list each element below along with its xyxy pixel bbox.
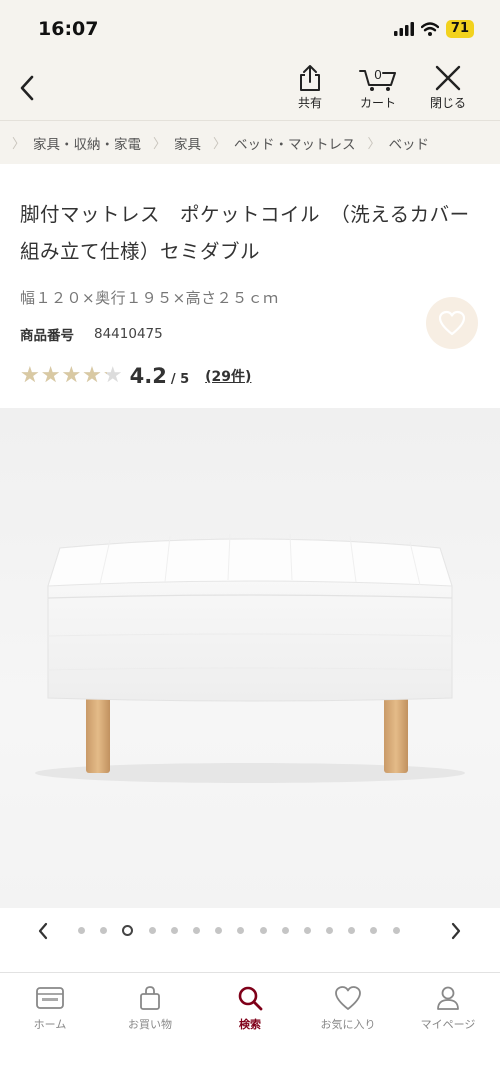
breadcrumb-item-bed[interactable]: ベッド [389,133,430,153]
breadcrumb-separator: 〉 [153,137,167,152]
nav-mypage-label: マイページ [420,1018,476,1031]
pager-dot[interactable] [281,927,289,934]
pager-dot[interactable] [78,927,85,934]
pager-dot[interactable] [326,927,334,934]
product-number-value: 84410475 [94,326,163,342]
status-icons: 71 [393,20,474,38]
nav-favorites[interactable]: お気に入り [308,985,388,1032]
pager-dot[interactable] [215,927,223,934]
breadcrumb-item-furniture-storage-appliances[interactable]: 家具・収納・家電 [33,133,141,153]
pager-dot[interactable] [148,927,156,934]
wifi-icon [420,22,439,36]
rating-score: 4.2 [129,364,167,388]
product-number-label: 商品番号 [20,328,74,344]
rating-stars: ★★★★★ ★★★★★ [20,362,124,390]
heart-icon [335,986,361,1010]
product-number: 商品番号 84410475 [20,324,163,344]
product-image[interactable] [0,408,500,908]
header: 共有 0 カート 閉じる [0,60,500,120]
cart-icon: 0 [359,67,396,91]
share-label: 共有 [297,96,322,110]
bed-image [35,533,465,783]
shopping-bag-icon [140,986,160,1010]
nav-favorites-label: お気に入り [320,1018,376,1031]
bottom-nav: ホーム お買い物 検索 お気に入り マイページ [0,972,500,1080]
previous-image-button[interactable] [30,918,56,944]
cart-button[interactable]: 0 カート [348,62,408,118]
chevron-left-icon [38,922,48,940]
close-button[interactable]: 閉じる [418,62,478,118]
nav-mypage[interactable]: マイページ [408,985,488,1032]
home-card-icon [36,987,64,1009]
pager-dot[interactable] [100,927,108,934]
pager-dot[interactable] [170,927,178,934]
share-icon [300,65,320,91]
pager-dot[interactable] [370,927,378,934]
breadcrumb: 〉 家具・収納・家電 〉 家具 〉 ベッド・マットレス 〉 ベッド [0,120,500,164]
cart-label: カート [359,96,396,110]
rating-max: / 5 [170,371,190,387]
nav-shopping[interactable]: お買い物 [110,985,190,1032]
pager-dot[interactable] [303,927,311,934]
rating: ★★★★★ ★★★★★ 4.2 / 5 (29件) [20,362,251,390]
product-title: 脚付マットレス ポケットコイル （洗えるカバー 組み立て仕様）セミダブル [20,203,490,263]
share-button[interactable]: 共有 [280,62,340,118]
pager-dot-active[interactable] [122,925,134,936]
pager-dot[interactable] [237,927,245,934]
heart-icon [438,310,466,336]
breadcrumb-item-bed-mattress[interactable]: ベッド・マットレス [234,133,356,153]
breadcrumb-item-furniture[interactable]: 家具 [174,133,201,153]
nav-shopping-label: お買い物 [128,1018,172,1031]
nav-home-label: ホーム [33,1018,67,1031]
back-button[interactable] [12,70,42,106]
battery-indicator: 71 [445,20,474,38]
status-time: 16:07 [38,18,99,40]
close-icon [435,65,461,91]
image-pager [0,908,500,954]
breadcrumb-separator: 〉 [213,137,227,152]
nav-search-label: 検索 [239,1018,261,1031]
pager-dot[interactable] [348,927,356,934]
pager-dots [78,925,400,936]
signal-icon [393,22,414,36]
person-icon [437,986,459,1010]
cart-count: 0 [374,67,381,82]
product-size: 幅１２０×奥行１９５×高さ２５ｃｍ [20,289,279,307]
breadcrumb-separator: 〉 [367,137,381,152]
review-count-link[interactable]: (29件) [205,366,251,386]
pager-dot[interactable] [192,927,200,934]
breadcrumb-separator: 〉 [12,137,26,152]
search-icon [238,986,263,1011]
chevron-left-icon [20,75,34,101]
status-bar: 16:07 71 [0,0,500,60]
nav-search[interactable]: 検索 [210,985,290,1032]
favorite-button[interactable] [426,297,478,349]
next-image-button[interactable] [443,918,469,944]
close-label: 閉じる [429,96,466,110]
pager-dot[interactable] [392,927,400,934]
pager-dot[interactable] [259,927,267,934]
star-filled-icon: ★★★★★ [20,363,107,388]
chevron-right-icon [451,922,461,940]
nav-home[interactable]: ホーム [10,985,90,1032]
